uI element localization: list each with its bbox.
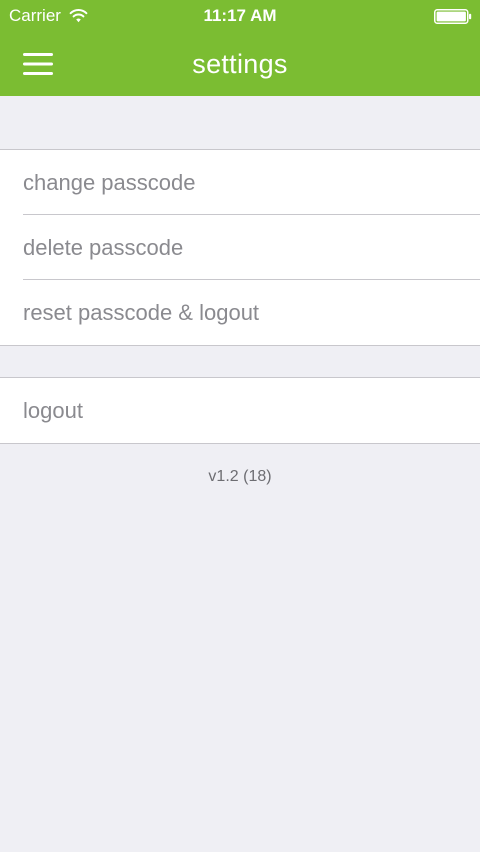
battery-icon xyxy=(434,9,472,24)
status-bar: Carrier 11:17 AM xyxy=(0,0,480,32)
logout-label: logout xyxy=(23,397,83,423)
status-time: 11:17 AM xyxy=(203,6,277,25)
change-passcode-label: change passcode xyxy=(23,169,196,195)
passcode-settings-group: change passcode delete passcode reset pa… xyxy=(0,149,480,346)
delete-passcode-row[interactable]: delete passcode xyxy=(0,215,480,280)
reset-passcode-logout-row[interactable]: reset passcode & logout xyxy=(0,280,480,345)
change-passcode-row[interactable]: change passcode xyxy=(0,150,480,215)
page-title: settings xyxy=(192,49,288,79)
settings-screen: Carrier 11:17 AM settings change passcod… xyxy=(0,0,480,852)
app-header: Carrier 11:17 AM settings xyxy=(0,0,480,96)
account-settings-group: logout xyxy=(0,377,480,444)
reset-passcode-logout-label: reset passcode & logout xyxy=(23,299,260,325)
navigation-bar: settings xyxy=(0,32,480,96)
logout-row[interactable]: logout xyxy=(0,378,480,443)
app-version-label: v1.2 (18) xyxy=(208,468,272,485)
delete-passcode-label: delete passcode xyxy=(23,234,184,260)
